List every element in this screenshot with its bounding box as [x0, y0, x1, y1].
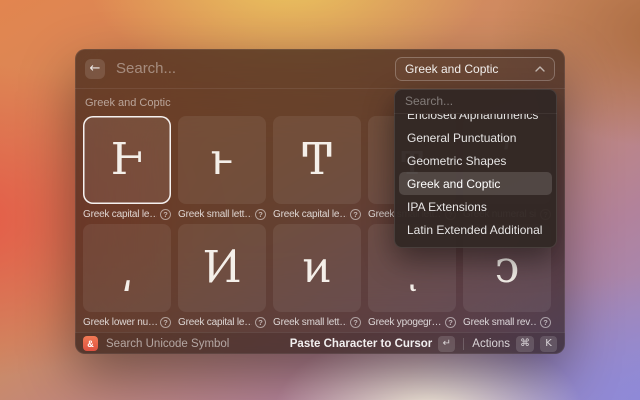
symbol-label: Greek capital le…	[83, 209, 157, 220]
symbol-glyph: Ͷ	[203, 224, 242, 312]
help-icon[interactable]: ?	[350, 209, 361, 220]
back-arrow-icon: ←	[90, 59, 101, 79]
symbol-glyph: Ͱ	[111, 116, 144, 204]
symbol-label: Greek small lett…	[178, 209, 252, 220]
symbol-label-row: Greek capital le…?	[83, 209, 171, 220]
help-icon[interactable]: ?	[540, 317, 551, 328]
symbol-label-row: Greek capital le…?	[273, 209, 361, 220]
symbol-label: Greek small rev…	[463, 317, 537, 328]
block-select-value: Greek and Coptic	[405, 62, 535, 76]
block-select-dropdown: Enclosed Alphanumerics General Punctuati…	[394, 89, 557, 248]
symbol-glyph: Ͳ	[302, 116, 331, 204]
symbol-label: Greek small lett…	[273, 317, 347, 328]
dropdown-item-selected[interactable]: Greek and Coptic	[399, 172, 552, 195]
dropdown-item[interactable]: General Punctuation	[399, 126, 552, 149]
symbol-label-row: Greek ypogegr…?	[368, 317, 456, 328]
help-icon[interactable]: ?	[445, 317, 456, 328]
dropdown-item[interactable]: Latin Extended Additional	[399, 218, 552, 241]
enter-key-icon: ↵	[438, 336, 455, 352]
block-select-button[interactable]: Greek and Coptic	[395, 57, 555, 81]
symbol-tile[interactable]: ͷ	[273, 224, 361, 312]
symbol-label: Greek capital le…	[273, 209, 347, 220]
header-bar: ← Greek and Coptic	[75, 49, 565, 89]
symbol-glyph: ͱ	[210, 116, 233, 204]
footer-actions: Paste Character to Cursor ↵ Actions ⌘ K	[290, 336, 557, 352]
symbol-glyph: ͷ	[302, 224, 331, 312]
help-icon[interactable]: ?	[350, 317, 361, 328]
symbol-label-row: Greek small lett…?	[178, 209, 266, 220]
chevron-up-icon	[535, 66, 545, 72]
symbol-tile[interactable]: Ͷ	[178, 224, 266, 312]
search-input[interactable]	[116, 60, 384, 77]
symbol-cell: ͵ Greek lower nu…?	[83, 224, 171, 328]
symbol-label: Greek capital le…	[178, 317, 252, 328]
symbol-label: Greek ypogegr…	[368, 317, 442, 328]
actions-menu-button[interactable]: Actions	[472, 338, 510, 350]
symbol-cell: Ͳ Greek capital le…?	[273, 116, 361, 220]
footer-bar: & Search Unicode Symbol Paste Character …	[75, 332, 565, 354]
extension-name: Search Unicode Symbol	[106, 338, 282, 350]
symbol-label-row: Greek small rev…?	[463, 317, 551, 328]
footer-divider	[463, 338, 464, 350]
dropdown-item[interactable]: Latin Extended-A	[399, 241, 552, 248]
symbol-tile[interactable]: Ͳ	[273, 116, 361, 204]
symbol-label-row: Greek capital le…?	[178, 317, 266, 328]
symbol-tile[interactable]: ͵	[83, 224, 171, 312]
help-icon[interactable]: ?	[255, 317, 266, 328]
dropdown-item[interactable]: IPA Extensions	[399, 195, 552, 218]
symbol-cell: Ͷ Greek capital le…?	[178, 224, 266, 328]
symbol-glyph: ͵	[121, 224, 133, 312]
app-window: ← Greek and Coptic Greek and Coptic Ͱ Gr…	[75, 49, 565, 354]
symbol-tile[interactable]: Ͱ	[83, 116, 171, 204]
primary-action-button[interactable]: Paste Character to Cursor	[290, 338, 433, 350]
dropdown-item[interactable]: Geometric Shapes	[399, 149, 552, 172]
symbol-cell: ͱ Greek small lett…?	[178, 116, 266, 220]
dropdown-list: Enclosed Alphanumerics General Punctuati…	[394, 114, 557, 248]
back-button[interactable]: ←	[85, 59, 105, 79]
symbol-tile[interactable]: ͱ	[178, 116, 266, 204]
extension-icon: &	[83, 336, 98, 351]
cmd-key-icon: ⌘	[516, 336, 534, 352]
dropdown-search-input[interactable]	[405, 94, 557, 108]
dropdown-item[interactable]: Enclosed Alphanumerics	[399, 114, 552, 126]
dropdown-search-row	[394, 89, 557, 114]
help-icon[interactable]: ?	[160, 209, 171, 220]
symbol-label-row: Greek lower nu…?	[83, 317, 171, 328]
help-icon[interactable]: ?	[160, 317, 171, 328]
symbol-cell: ͷ Greek small lett…?	[273, 224, 361, 328]
help-icon[interactable]: ?	[255, 209, 266, 220]
symbol-cell: Ͱ Greek capital le…?	[83, 116, 171, 220]
symbol-label-row: Greek small lett…?	[273, 317, 361, 328]
symbol-label: Greek lower nu…	[83, 317, 157, 328]
k-key-icon: K	[540, 336, 557, 352]
